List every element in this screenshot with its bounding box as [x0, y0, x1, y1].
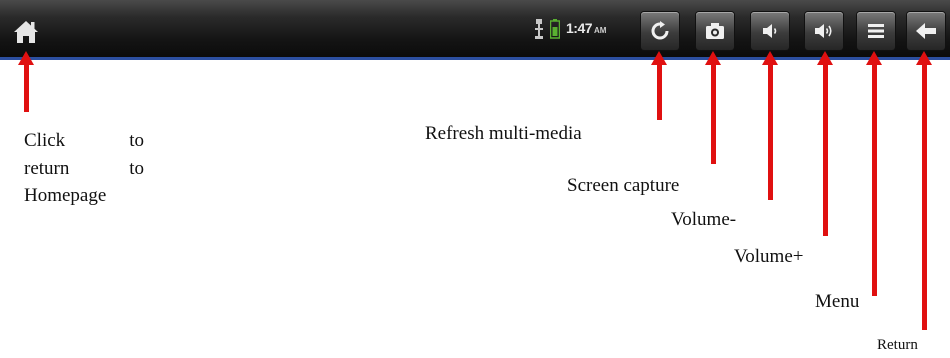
refresh-icon	[651, 21, 669, 40]
volume-up-button[interactable]	[805, 12, 843, 50]
clock-ampm: AM	[594, 26, 607, 35]
return-annotation: Return	[877, 337, 918, 353]
volume-up-annotation: Volume+	[734, 246, 804, 267]
menu-icon	[868, 24, 884, 38]
volume-down-annotation: Volume-	[671, 209, 737, 230]
home-pointer-arrow	[18, 51, 34, 112]
return-pointer-arrow	[916, 51, 932, 330]
screen-capture-pointer-arrow	[705, 51, 721, 164]
screen-capture-button[interactable]	[696, 12, 734, 50]
refresh-pointer-arrow	[651, 51, 667, 120]
clock: 1:47 AM	[566, 20, 606, 38]
home-annotation-word: Homepage	[24, 185, 107, 207]
volume-up-icon	[815, 24, 832, 38]
home-annotation-word: Click	[24, 130, 66, 151]
usb-icon	[535, 19, 543, 39]
volume-down-pointer-arrow	[762, 51, 778, 200]
home-annotation: Click to return to Homepage	[24, 127, 144, 210]
menu-pointer-arrow	[866, 51, 882, 296]
home-annotation-word: return	[24, 157, 70, 179]
menu-annotation: Menu	[815, 291, 860, 312]
battery-icon	[550, 19, 560, 39]
notification-area: 1:47 AM	[534, 18, 606, 40]
refresh-button[interactable]	[641, 12, 679, 50]
volume-up-pointer-arrow	[817, 51, 833, 236]
home-annotation-word: to	[129, 130, 144, 151]
home-annotation-word: to	[129, 157, 144, 179]
menu-button[interactable]	[857, 12, 895, 50]
volume-down-icon	[763, 24, 777, 38]
status-bar: 1:47 AM	[0, 0, 950, 60]
camera-icon	[706, 23, 724, 39]
clock-time: 1:47	[566, 20, 593, 36]
home-icon	[14, 21, 38, 43]
volume-down-button[interactable]	[751, 12, 789, 50]
refresh-annotation: Refresh multi-media	[425, 123, 582, 144]
home-button[interactable]	[6, 12, 46, 52]
back-arrow-icon	[916, 23, 936, 39]
screen-capture-annotation: Screen capture	[567, 175, 680, 196]
return-button[interactable]	[907, 12, 945, 50]
